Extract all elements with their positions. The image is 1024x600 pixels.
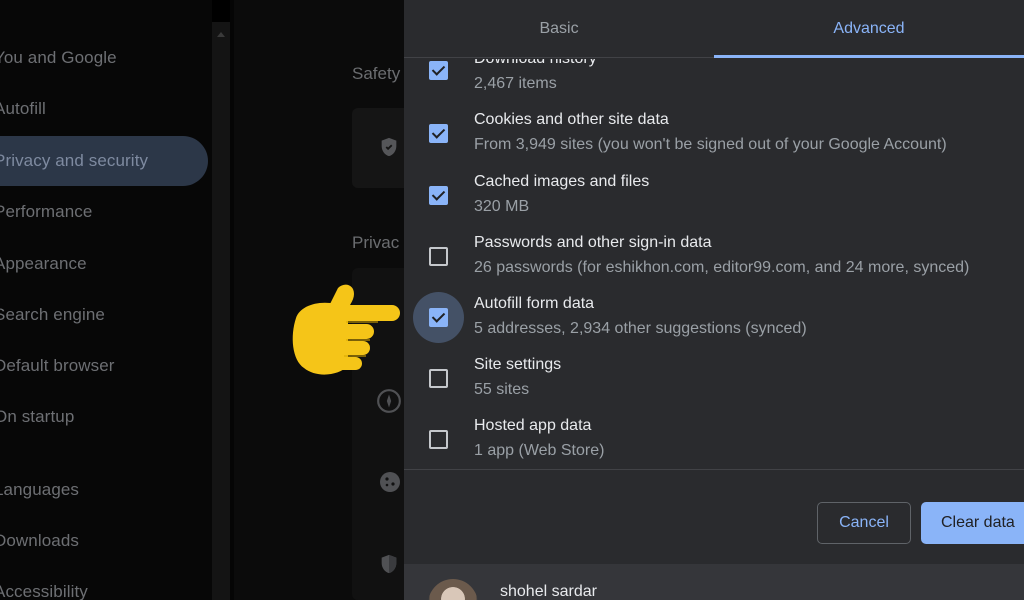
screenshot-root: You and Google Autofill Privacy and secu… — [0, 0, 1024, 600]
safety-check-heading: Safety — [352, 64, 401, 83]
sidebar-item-languages[interactable]: Languages — [0, 465, 208, 515]
cookie-icon — [378, 470, 402, 498]
signed-in-user-name: shohel sardar — [500, 583, 597, 600]
list-item-autofill-form-data[interactable]: Autofill form data 5 addresses, 2,934 ot… — [404, 292, 1024, 357]
sidebar-scrollbar[interactable] — [212, 22, 230, 600]
dialog-tabs: Basic Advanced — [404, 0, 1024, 58]
row-subtitle: From 3,949 sites (you won't be signed ou… — [474, 136, 947, 153]
sidebar-item-label: On startup — [0, 407, 75, 426]
row-title: Download history — [474, 59, 597, 68]
sidebar-item-label: Privacy and security — [0, 151, 149, 170]
sidebar-item-autofill[interactable]: Autofill — [0, 84, 208, 134]
tab-advanced[interactable]: Advanced — [714, 0, 1024, 58]
sidebar-item-search-engine[interactable]: Search engine — [0, 290, 208, 340]
row-title: Passwords and other sign-in data — [474, 234, 712, 251]
cached-images-checkbox[interactable] — [429, 186, 448, 205]
shield-icon — [378, 552, 400, 580]
sidebar-item-label: Autofill — [0, 99, 46, 118]
site-settings-checkbox[interactable] — [429, 369, 448, 388]
clear-data-button[interactable]: Clear data — [921, 502, 1024, 544]
row-title: Cached images and files — [474, 173, 650, 190]
row-subtitle: 5 addresses, 2,934 other suggestions (sy… — [474, 320, 807, 337]
sidebar-item-label: You and Google — [0, 48, 117, 67]
sidebar-item-performance[interactable]: Performance — [0, 187, 208, 237]
sidebar-item-label: Appearance — [0, 254, 87, 273]
divider — [404, 469, 1024, 470]
row-subtitle: 1 app (Web Store) — [474, 442, 605, 459]
sidebar-item-default-browser[interactable]: Default browser — [0, 341, 208, 391]
sidebar-item-label: Default browser — [0, 356, 115, 375]
scroll-up-arrow-icon[interactable] — [217, 32, 225, 37]
row-subtitle: 55 sites — [474, 381, 530, 398]
list-item-passwords[interactable]: Passwords and other sign-in data 26 pass… — [404, 234, 1024, 296]
autofill-checkbox[interactable] — [429, 308, 448, 327]
list-item-hosted-app-data[interactable]: Hosted app data 1 app (Web Store) — [404, 417, 1024, 469]
tab-basic[interactable]: Basic — [404, 0, 714, 58]
sidebar-item-privacy-and-security[interactable]: Privacy and security — [0, 136, 208, 186]
sidebar-item-label: Performance — [0, 202, 93, 221]
compass-icon — [376, 388, 402, 418]
data-type-list: Download history 2,467 items Cookies and… — [404, 59, 1024, 469]
sidebar-item-accessibility[interactable]: Accessibility — [0, 567, 208, 600]
settings-sidebar: You and Google Autofill Privacy and secu… — [0, 0, 212, 600]
cancel-button[interactable]: Cancel — [817, 502, 911, 544]
hosted-app-data-checkbox[interactable] — [429, 430, 448, 449]
pointing-hand-icon — [286, 280, 404, 380]
sidebar-item-you-and-google[interactable]: You and Google — [0, 33, 208, 83]
list-item-cookies[interactable]: Cookies and other site data From 3,949 s… — [404, 111, 1024, 173]
row-title: Cookies and other site data — [474, 111, 669, 128]
avatar — [428, 579, 478, 600]
row-subtitle: 2,467 items — [474, 75, 557, 92]
shield-check-icon — [378, 136, 400, 162]
download-history-checkbox[interactable] — [429, 61, 448, 80]
row-title: Autofill form data — [474, 295, 595, 312]
sidebar-item-downloads[interactable]: Downloads — [0, 516, 208, 566]
row-title: Site settings — [474, 356, 562, 373]
sidebar-item-label: Accessibility — [0, 582, 88, 600]
active-tab-indicator — [714, 55, 1024, 58]
passwords-checkbox[interactable] — [429, 247, 448, 266]
row-subtitle: 26 passwords (for eshikhon.com, editor99… — [474, 259, 970, 276]
privacy-heading: Privac — [352, 233, 400, 252]
cookies-checkbox[interactable] — [429, 124, 448, 143]
sidebar-item-appearance[interactable]: Appearance — [0, 239, 208, 289]
sidebar-item-on-startup[interactable]: On startup — [0, 392, 208, 442]
sidebar-item-label: Search engine — [0, 305, 105, 324]
sidebar-item-label: Downloads — [0, 531, 80, 550]
list-item-cached-images[interactable]: Cached images and files 320 MB — [404, 173, 1024, 235]
sidebar-item-label: Languages — [0, 480, 80, 499]
list-item-download-history[interactable]: Download history 2,467 items — [404, 59, 1024, 112]
clear-browsing-data-dialog: Basic Advanced Download history 2,467 it… — [404, 0, 1024, 600]
dialog-footer: shohel sardar — [404, 564, 1024, 600]
list-item-site-settings[interactable]: Site settings 55 sites — [404, 356, 1024, 418]
row-subtitle: 320 MB — [474, 198, 530, 215]
row-title: Hosted app data — [474, 417, 592, 434]
